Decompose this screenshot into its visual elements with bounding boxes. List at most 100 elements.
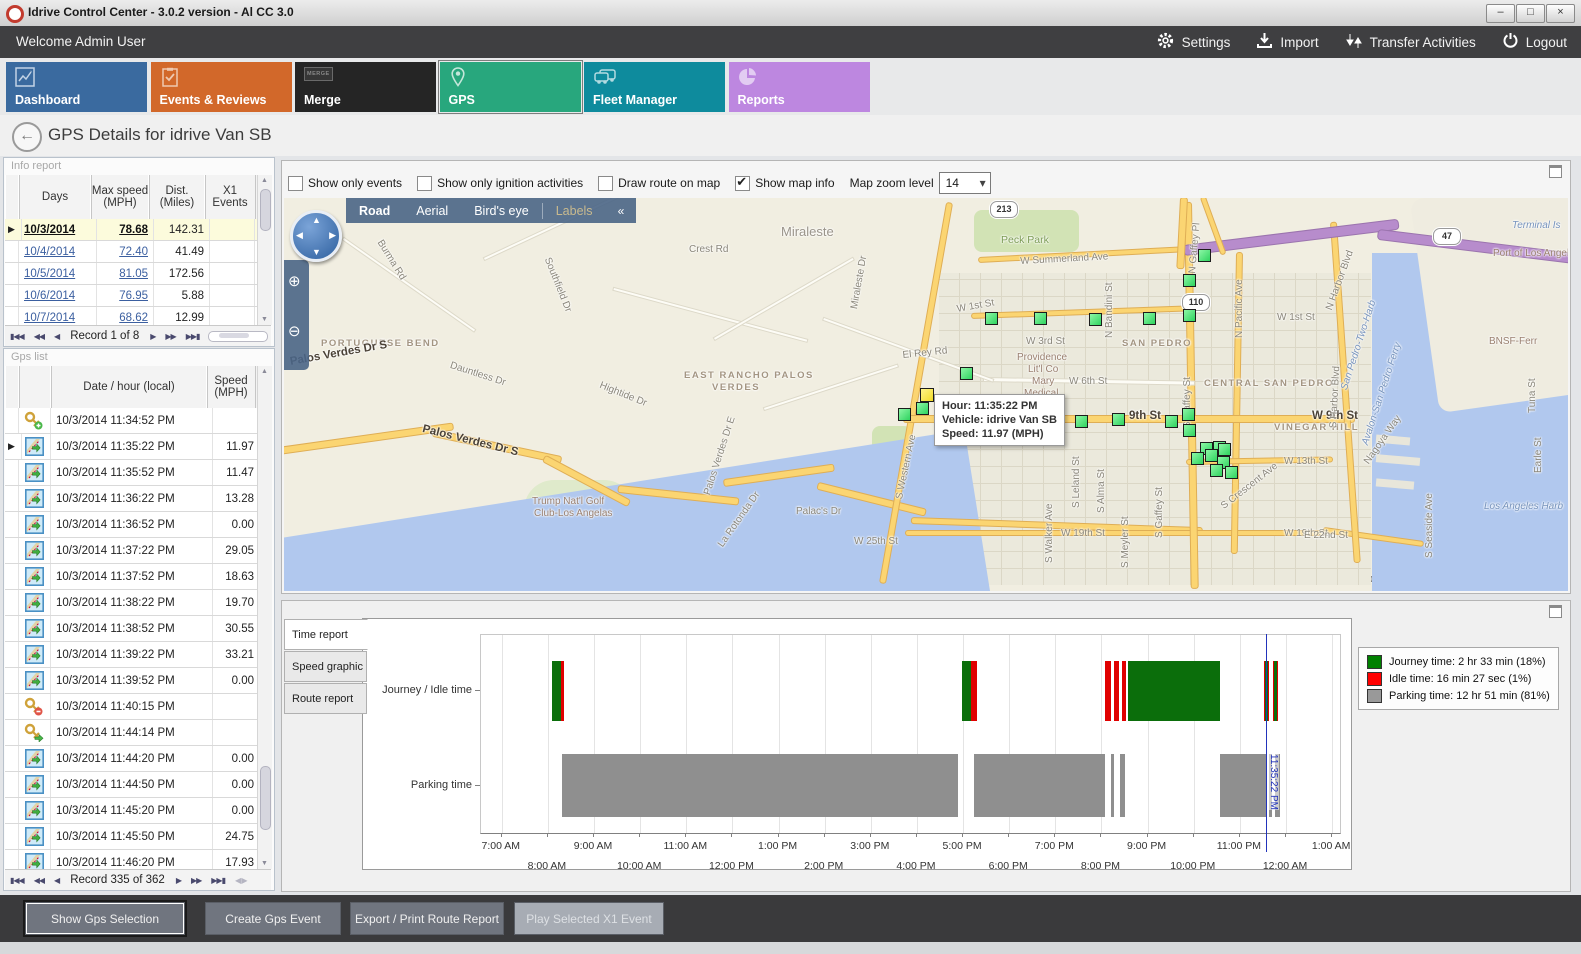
- close-button[interactable]: ×: [1546, 4, 1575, 23]
- map-zoom-select[interactable]: 14: [939, 172, 991, 194]
- minimize-button[interactable]: –: [1486, 4, 1515, 23]
- gps-marker[interactable]: [985, 312, 998, 325]
- pager-next-icon[interactable]: ▶▶: [165, 332, 175, 341]
- gps-list-item[interactable]: 10/3/2014 11:37:22 PM29.05: [5, 538, 257, 564]
- table-row[interactable]: 10/4/201472.4041.49: [5, 241, 257, 263]
- tab-events-reviews[interactable]: Events & Reviews: [151, 62, 292, 112]
- gps-marker[interactable]: [960, 367, 973, 380]
- chart-tab-route-report[interactable]: Route report: [284, 683, 367, 714]
- footer-button-create-gps-event[interactable]: Create Gps Event: [205, 902, 341, 935]
- gps-marker[interactable]: [1089, 313, 1102, 326]
- pager-prev-icon[interactable]: ▮◀◀: [10, 332, 24, 341]
- map-compass-control[interactable]: ▲ ▼ ◀ ▶: [290, 210, 342, 262]
- pager-next-icon[interactable]: ▶: [176, 876, 181, 885]
- menu-item-settings[interactable]: Settings: [1156, 31, 1231, 53]
- gps-list-item[interactable]: 10/3/2014 11:45:50 PM24.75: [5, 824, 257, 850]
- gps-scrollbar[interactable]: ▲▼: [257, 366, 272, 869]
- gps-marker[interactable]: [1165, 415, 1178, 428]
- gps-marker-selected[interactable]: [920, 388, 934, 402]
- zoom-out-icon[interactable]: ⊖: [288, 322, 301, 340]
- pager-next-icon[interactable]: ▶: [150, 332, 155, 341]
- tab-reports[interactable]: Reports: [729, 62, 870, 112]
- menu-item-logout[interactable]: Logout: [1502, 32, 1567, 52]
- checkbox-show-only-ignition-activities[interactable]: Show only ignition activities: [417, 176, 583, 191]
- gps-marker[interactable]: [1225, 466, 1238, 479]
- gps-marker[interactable]: [1112, 413, 1125, 426]
- pager-next-icon[interactable]: ▶▶▮: [211, 876, 225, 885]
- gps-list-item[interactable]: 10/3/2014 11:36:22 PM13.28: [5, 486, 257, 512]
- pager-next-icon[interactable]: ▶▶▮: [186, 332, 200, 341]
- gps-marker[interactable]: [916, 402, 929, 415]
- checkbox-show-map-info[interactable]: Show map info: [735, 176, 834, 191]
- footer-button-export-print-route-report[interactable]: Export / Print Route Report: [350, 902, 504, 935]
- tab-gps[interactable]: GPS: [440, 62, 581, 112]
- cell-days[interactable]: 10/4/2014: [18, 241, 97, 262]
- bing-map[interactable]: RoadAerialBird's eyeLabels« ▲ ▼ ◀ ▶ ⊕ ⊖ …: [284, 198, 1568, 591]
- chart-tab-speed-graphic[interactable]: Speed graphic: [284, 651, 367, 682]
- gps-list-item[interactable]: 10/3/2014 11:44:14 PM: [5, 720, 257, 746]
- checkbox-show-only-events[interactable]: Show only events: [288, 176, 402, 191]
- gps-list-item[interactable]: 10/3/2014 11:44:20 PM0.00: [5, 746, 257, 772]
- gps-marker[interactable]: [1191, 452, 1204, 465]
- map-style-road[interactable]: Road: [346, 204, 403, 218]
- gps-list-item[interactable]: 10/3/2014 11:38:22 PM19.70: [5, 590, 257, 616]
- zoom-in-icon[interactable]: ⊕: [288, 272, 301, 290]
- gps-marker[interactable]: [1218, 443, 1231, 456]
- gps-list-item[interactable]: 10/3/2014 11:34:52 PM: [5, 408, 257, 434]
- scroll-up-icon[interactable]: ▲: [261, 177, 268, 184]
- menu-item-transfer-activities[interactable]: Transfer Activities: [1345, 32, 1476, 53]
- table-row[interactable]: 10/7/201468.6212.99: [5, 307, 257, 325]
- gps-list-item[interactable]: 10/3/2014 11:39:22 PM33.21: [5, 642, 257, 668]
- table-row[interactable]: ▶10/3/201478.68142.31: [5, 219, 257, 241]
- chart-maximize-icon[interactable]: [1549, 605, 1562, 618]
- tab-merge[interactable]: MERGEMerge: [295, 62, 436, 112]
- gps-marker[interactable]: [1034, 312, 1047, 325]
- cell-days[interactable]: 10/7/2014: [18, 307, 97, 325]
- footer-button-show-gps-selection[interactable]: Show Gps Selection: [25, 902, 185, 935]
- cell-days[interactable]: 10/5/2014: [18, 263, 97, 284]
- gps-marker[interactable]: [1075, 415, 1088, 428]
- map-toolbar-collapse-icon[interactable]: «: [606, 204, 637, 218]
- map-maximize-icon[interactable]: [1549, 165, 1562, 178]
- gps-list-item[interactable]: 10/3/2014 11:36:52 PM0.00: [5, 512, 257, 538]
- gps-marker[interactable]: [1183, 309, 1196, 322]
- pager-prev-icon[interactable]: ◀◀: [34, 332, 44, 341]
- scroll-down-icon[interactable]: ▼: [261, 860, 268, 867]
- pager-scrollbar[interactable]: [208, 331, 268, 342]
- cell-max-speed[interactable]: 76.95: [90, 285, 154, 306]
- gps-marker[interactable]: [1183, 424, 1196, 437]
- checkbox-box[interactable]: [417, 176, 432, 191]
- table-row[interactable]: 10/5/201481.05172.56: [5, 263, 257, 285]
- tab-fleet-manager[interactable]: Fleet Manager: [584, 62, 725, 112]
- gps-list-item[interactable]: 10/3/2014 11:46:20 PM17.93: [5, 850, 257, 869]
- gps-marker[interactable]: [898, 408, 911, 421]
- gps-list-item[interactable]: 10/3/2014 11:37:52 PM18.63: [5, 564, 257, 590]
- gps-list-item[interactable]: 10/3/2014 11:38:52 PM30.55: [5, 616, 257, 642]
- checkbox-box[interactable]: [288, 176, 303, 191]
- gps-list-item[interactable]: 10/3/2014 11:40:15 PM: [5, 694, 257, 720]
- checkbox-box[interactable]: [598, 176, 613, 191]
- gps-list-item[interactable]: 10/3/2014 11:45:20 PM0.00: [5, 798, 257, 824]
- table-row[interactable]: 10/6/201476.955.88: [5, 285, 257, 307]
- pager-prev-icon[interactable]: ◀◀: [34, 876, 44, 885]
- checkbox-box[interactable]: [735, 176, 750, 191]
- gps-marker[interactable]: [1210, 464, 1223, 477]
- pager-prev-icon[interactable]: ◀: [54, 332, 59, 341]
- gps-marker[interactable]: [1198, 249, 1211, 262]
- pager-prev-icon[interactable]: ◀: [54, 876, 59, 885]
- cell-max-speed[interactable]: 72.40: [90, 241, 154, 262]
- map-style-aerial[interactable]: Aerial: [403, 204, 461, 218]
- scroll-thumb[interactable]: [260, 766, 271, 830]
- checkbox-draw-route-on-map[interactable]: Draw route on map: [598, 176, 720, 191]
- tab-dashboard[interactable]: Dashboard: [6, 62, 147, 112]
- gps-list-item[interactable]: 10/3/2014 11:39:52 PM0.00: [5, 668, 257, 694]
- gps-list-item[interactable]: 10/3/2014 11:44:50 PM0.00: [5, 772, 257, 798]
- gps-marker[interactable]: [1182, 408, 1195, 421]
- map-style-birdseye[interactable]: Bird's eye: [461, 204, 542, 218]
- back-button[interactable]: ←: [12, 122, 42, 152]
- pager-next-icon[interactable]: ▶▶: [191, 876, 201, 885]
- gps-marker[interactable]: [1143, 312, 1156, 325]
- scroll-down-icon[interactable]: ▼: [261, 316, 268, 323]
- gps-list-item[interactable]: 10/3/2014 11:35:52 PM11.47: [5, 460, 257, 486]
- gps-marker[interactable]: [1183, 274, 1196, 287]
